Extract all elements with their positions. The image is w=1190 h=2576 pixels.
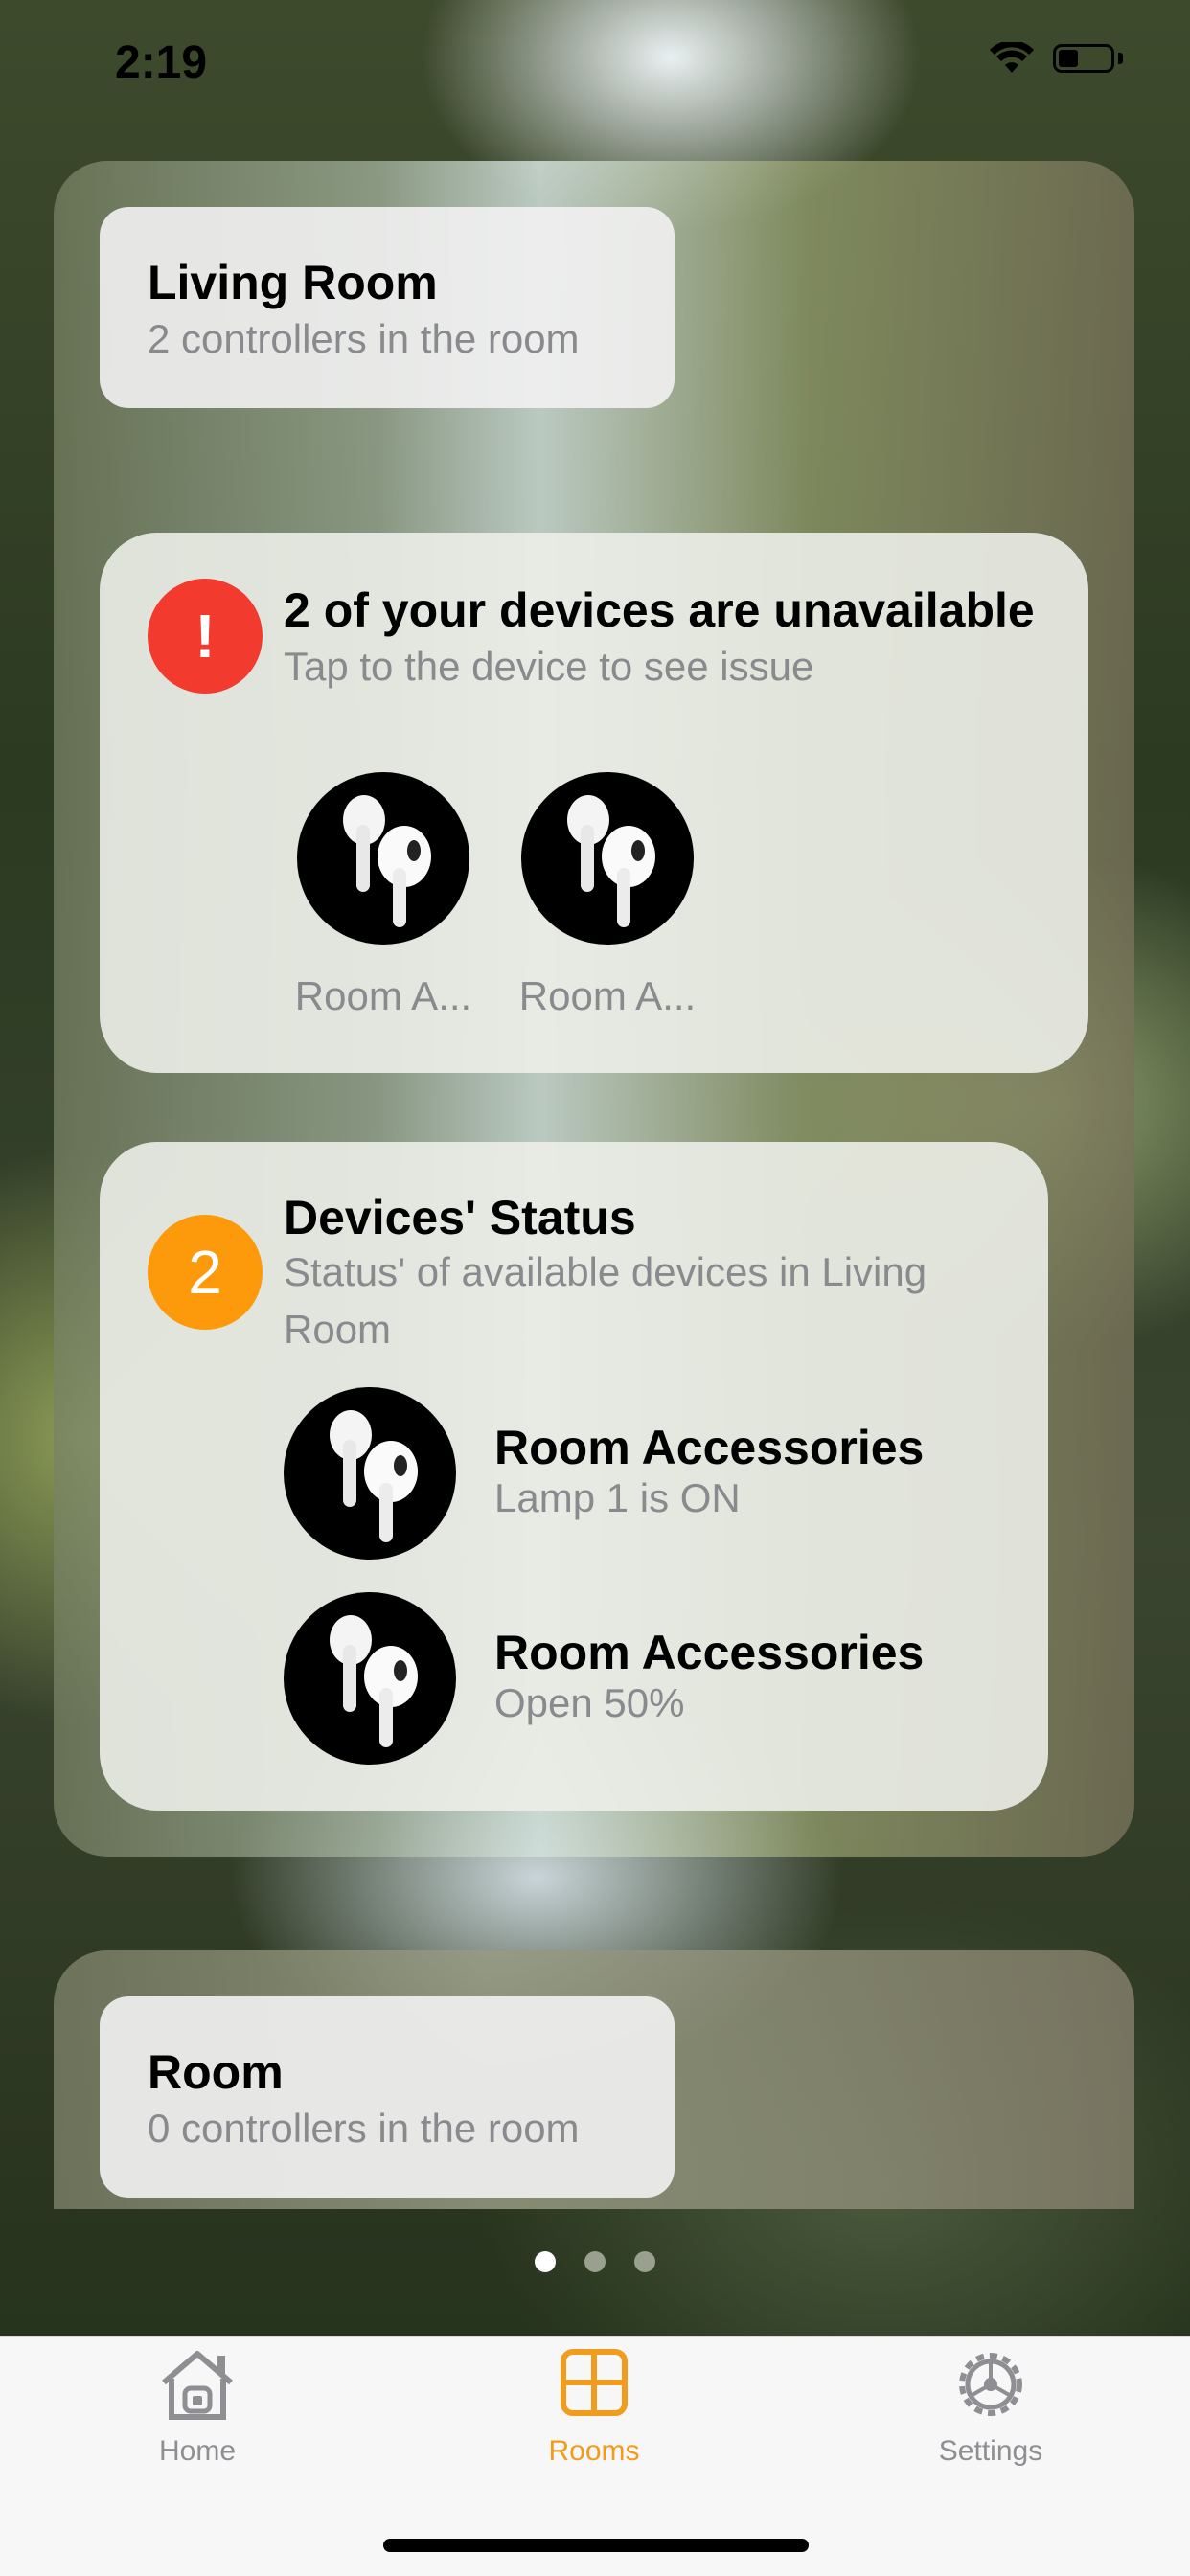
gear-icon — [959, 2353, 1022, 2416]
device-status: Open 50% — [494, 1680, 685, 1725]
device-name: Room Accessories — [494, 1626, 925, 1679]
status-subtitle-line2: Room — [284, 1307, 392, 1352]
tab-rooms[interactable]: Rooms — [469, 2346, 719, 2468]
page-indicator[interactable] — [0, 2251, 1190, 2272]
room-header[interactable]: Room 0 controllers in the room — [100, 1996, 675, 2198]
airpods-icon — [330, 1615, 418, 1747]
room-subtitle: 0 controllers in the room — [148, 2106, 580, 2151]
page-dot[interactable] — [584, 2251, 606, 2272]
device-name: Room Accessories — [494, 1421, 925, 1474]
home-indicator — [383, 2539, 809, 2552]
tab-home[interactable]: Home — [73, 2346, 322, 2468]
page-dot[interactable] — [634, 2251, 655, 2272]
airpods-icon — [330, 1410, 418, 1542]
unavailable-devices-panel[interactable]: ! 2 of your devices are unavailable Tap … — [100, 533, 1088, 1073]
room-card[interactable]: Room 0 controllers in the room — [54, 1950, 1134, 2209]
room-title: Living Room — [148, 256, 438, 309]
device-status: Lamp 1 is ON — [494, 1475, 741, 1520]
battery-icon — [1053, 44, 1114, 73]
airpods-icon — [343, 795, 431, 927]
devices-status-panel[interactable]: 2 Devices' Status Status' of available d… — [100, 1142, 1048, 1811]
page-dot[interactable] — [535, 2251, 556, 2272]
status-title: Devices' Status — [284, 1191, 636, 1244]
home-icon — [162, 2351, 233, 2420]
room-subtitle: 2 controllers in the room — [148, 316, 580, 361]
device-avatar[interactable] — [284, 1592, 456, 1765]
tab-label: Settings — [938, 2435, 1043, 2467]
status-icons — [990, 42, 1123, 75]
tab-label: Rooms — [548, 2435, 640, 2467]
device-label: Room A... — [518, 973, 697, 1018]
tab-settings[interactable]: Settings — [866, 2346, 1115, 2468]
room-header[interactable]: Living Room 2 controllers in the room — [100, 207, 675, 408]
grid-icon — [561, 2349, 628, 2416]
device-label: Room A... — [294, 973, 472, 1018]
device-avatar[interactable] — [297, 772, 469, 945]
status-subtitle-line1: Status' of available devices in Living — [284, 1249, 927, 1294]
wifi-icon — [990, 42, 1034, 73]
room-card[interactable]: Living Room 2 controllers in the room ! … — [54, 161, 1134, 1857]
airpods-icon — [567, 795, 655, 927]
device-avatar[interactable] — [521, 772, 694, 945]
count-badge: 2 — [148, 1215, 263, 1330]
tab-label: Home — [158, 2435, 237, 2467]
device-avatar[interactable] — [284, 1387, 456, 1560]
status-time: 2:19 — [115, 37, 208, 88]
alert-badge: ! — [148, 579, 263, 694]
unavailable-subtitle: Tap to the device to see issue — [284, 644, 814, 689]
unavailable-title: 2 of your devices are unavailable — [284, 583, 1035, 637]
battery-tip — [1118, 53, 1123, 64]
room-title: Room — [148, 2045, 284, 2099]
